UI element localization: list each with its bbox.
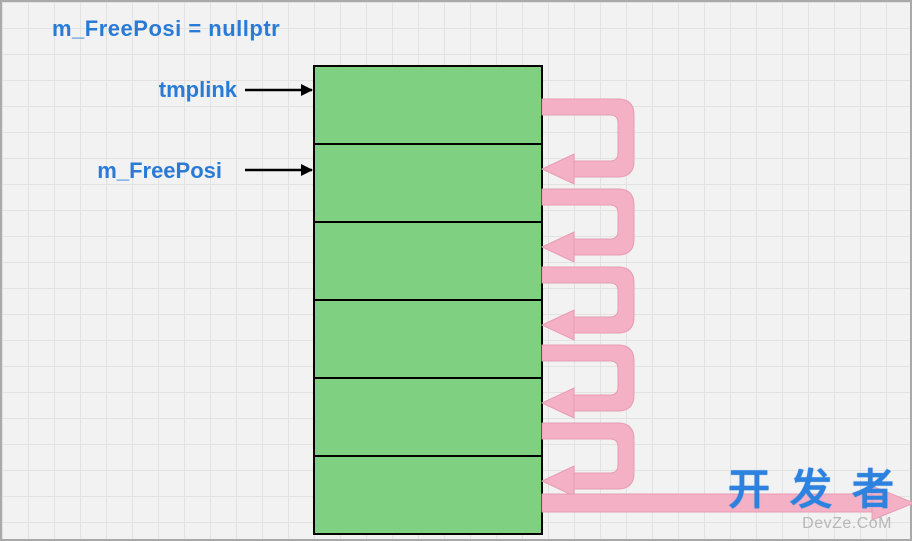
cell-1: [314, 144, 542, 222]
title-text: m_FreePosi = nullptr: [52, 16, 280, 42]
diagram-canvas: m_FreePosi = nullptr tmplink m_FreePosi: [0, 0, 912, 541]
cell-5: [314, 456, 542, 534]
cell-4: [314, 378, 542, 456]
label-freeposi: m_FreePosi: [42, 158, 222, 184]
memory-block: [314, 66, 542, 534]
brand-text: 开发者: [728, 456, 896, 517]
watermark-devze: DevZe.CoM: [802, 515, 892, 533]
link-arrow-2-3: [542, 267, 634, 340]
link-arrow-3-4: [542, 345, 634, 418]
label-tmplink: tmplink: [57, 77, 237, 103]
cell-3: [314, 300, 542, 378]
link-arrow-0-1: [542, 99, 634, 184]
link-arrow-1-2: [542, 189, 634, 262]
cell-2: [314, 222, 542, 300]
cell-0: [314, 66, 542, 144]
link-arrow-4-5: [542, 423, 634, 496]
